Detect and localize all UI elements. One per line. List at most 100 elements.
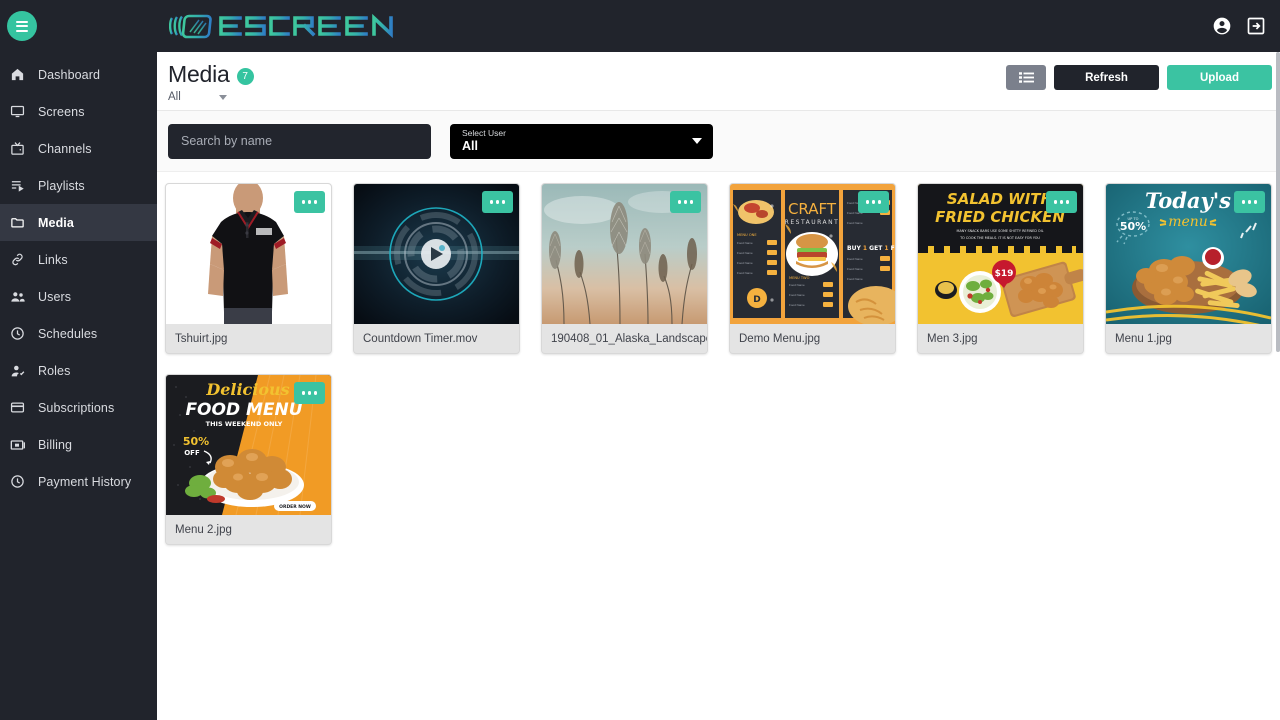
media-card[interactable]: Today's menu UP TO 50% Menu 1.jpg xyxy=(1105,183,1272,354)
more-options-icon[interactable] xyxy=(1234,191,1265,213)
media-card[interactable]: 190408_01_Alaska_Landscape... xyxy=(541,183,708,354)
sidebar-item-label: Media xyxy=(38,215,74,230)
svg-text:Food Name: Food Name xyxy=(737,271,753,275)
filter-bar: Select User All xyxy=(157,111,1280,172)
page-filter-label: All xyxy=(168,91,181,103)
sidebar-item-playlists[interactable]: Playlists xyxy=(0,167,157,204)
svg-text:TO COOK THE MEALS. IT IS NOT E: TO COOK THE MEALS. IT IS NOT EASY FOR YO… xyxy=(959,236,1040,240)
more-options-icon[interactable] xyxy=(482,191,513,213)
menu-toggle-area xyxy=(0,0,157,52)
svg-text:Food Name: Food Name xyxy=(789,283,805,287)
sidebar-item-schedules[interactable]: Schedules xyxy=(0,315,157,352)
svg-text:RESTAURANT: RESTAURANT xyxy=(785,219,840,226)
refresh-button[interactable]: Refresh xyxy=(1054,65,1159,90)
more-options-icon[interactable] xyxy=(294,382,325,404)
svg-text:MENU ONE: MENU ONE xyxy=(737,233,757,237)
media-name: Countdown Timer.mov xyxy=(354,324,519,353)
svg-text:FOOD MENU: FOOD MENU xyxy=(185,400,302,420)
sidebar-item-label: Playlists xyxy=(38,178,85,193)
billing-icon xyxy=(9,436,26,453)
svg-text:ORDER NOW: ORDER NOW xyxy=(279,504,311,510)
svg-text:SALAD WITH: SALAD WITH xyxy=(947,190,1054,208)
media-name: 190408_01_Alaska_Landscape... xyxy=(542,324,707,353)
search-input[interactable] xyxy=(181,134,418,148)
svg-text:Today's: Today's xyxy=(1145,188,1231,213)
svg-text:CRAFT: CRAFT xyxy=(788,200,837,218)
sidebar-item-users[interactable]: Users xyxy=(0,278,157,315)
media-card[interactable]: CRAFT RESTAURANT MENU ONE Food Name Food… xyxy=(729,183,896,354)
svg-text:50%: 50% xyxy=(1120,220,1146,233)
header-actions: Refresh Upload xyxy=(1006,65,1272,90)
svg-text:Food Name: Food Name xyxy=(737,251,753,255)
account-circle-icon[interactable] xyxy=(1212,16,1232,36)
select-user-dropdown[interactable]: Select User All xyxy=(450,123,713,159)
media-card[interactable]: Delicious FOOD MENU THIS WEEKEND ONLY 50… xyxy=(165,374,332,545)
svg-text:Food Name: Food Name xyxy=(847,267,863,271)
top-bar xyxy=(0,0,1280,52)
list-view-button[interactable] xyxy=(1006,65,1046,90)
sidebar-item-label: Billing xyxy=(38,437,73,452)
sidebar: Dashboard Screens Channels Playlists Med… xyxy=(0,52,157,720)
media-grid: Tshuirt.jpg Countdown Timer.mov 190408_0… xyxy=(157,172,1280,545)
more-options-icon[interactable] xyxy=(294,191,325,213)
svg-text:Delicious: Delicious xyxy=(205,380,289,399)
chevron-down-icon xyxy=(218,94,227,100)
sidebar-item-subscriptions[interactable]: Subscriptions xyxy=(0,389,157,426)
media-card[interactable]: Tshuirt.jpg xyxy=(165,183,332,354)
card-icon xyxy=(9,399,26,416)
users-icon xyxy=(9,288,26,305)
more-options-icon[interactable] xyxy=(670,191,701,213)
sidebar-item-links[interactable]: Links xyxy=(0,241,157,278)
media-count-badge: 7 xyxy=(236,67,254,85)
sidebar-item-dashboard[interactable]: Dashboard xyxy=(0,56,157,93)
svg-text:D: D xyxy=(753,295,760,305)
page-title: Media xyxy=(168,61,230,87)
logout-icon[interactable] xyxy=(1246,16,1266,36)
playlist-icon xyxy=(9,177,26,194)
sidebar-item-channels[interactable]: Channels xyxy=(0,130,157,167)
list-view-icon xyxy=(1018,72,1034,83)
media-card[interactable]: SALAD WITH FRIED CHICKEN MANY SNACK BARS… xyxy=(917,183,1084,354)
chevron-down-icon xyxy=(692,137,702,144)
svg-text:50%: 50% xyxy=(183,435,209,448)
more-options-icon[interactable] xyxy=(858,191,889,213)
media-card[interactable]: Countdown Timer.mov xyxy=(353,183,520,354)
sidebar-item-screens[interactable]: Screens xyxy=(0,93,157,130)
svg-text:menu: menu xyxy=(1168,214,1208,230)
scrollbar-thumb[interactable] xyxy=(1276,52,1280,352)
vertical-scrollbar[interactable] xyxy=(1276,52,1280,720)
svg-text:Food Name: Food Name xyxy=(847,221,863,225)
user-check-icon xyxy=(9,362,26,379)
sidebar-item-label: Links xyxy=(38,252,68,267)
monitor-icon xyxy=(9,103,26,120)
sidebar-item-label: Screens xyxy=(38,104,85,119)
sidebar-item-media[interactable]: Media xyxy=(0,204,157,241)
upload-button[interactable]: Upload xyxy=(1167,65,1272,90)
sidebar-item-billing[interactable]: Billing xyxy=(0,426,157,463)
svg-text:Food Name: Food Name xyxy=(789,303,805,307)
page-filter-dropdown[interactable]: All xyxy=(168,91,1280,103)
top-bar-actions xyxy=(1212,16,1280,36)
home-icon xyxy=(9,66,26,83)
svg-text:BUY 1 GET 1 FREE: BUY 1 GET 1 FREE xyxy=(847,245,895,252)
more-options-icon[interactable] xyxy=(1046,191,1077,213)
svg-text:Food Name: Food Name xyxy=(737,261,753,265)
media-name: Menu 1.jpg xyxy=(1106,324,1271,353)
media-name: Tshuirt.jpg xyxy=(166,324,331,353)
sidebar-item-payment-history[interactable]: Payment History xyxy=(0,463,157,500)
tv-icon xyxy=(9,140,26,157)
search-box[interactable] xyxy=(168,123,431,159)
sidebar-item-label: Users xyxy=(38,289,72,304)
media-name: Demo Menu.jpg xyxy=(730,324,895,353)
main-content: Media 7 All Refresh Upload Select User xyxy=(157,52,1280,720)
svg-text:$19: $19 xyxy=(995,269,1014,279)
folder-icon xyxy=(9,214,26,231)
sidebar-item-label: Roles xyxy=(38,363,71,378)
link-icon xyxy=(9,251,26,268)
brand-logo xyxy=(169,11,409,41)
hamburger-icon[interactable] xyxy=(7,11,37,41)
sidebar-item-roles[interactable]: Roles xyxy=(0,352,157,389)
sidebar-item-label: Channels xyxy=(38,141,92,156)
clock-icon xyxy=(9,325,26,342)
sidebar-item-label: Subscriptions xyxy=(38,400,115,415)
